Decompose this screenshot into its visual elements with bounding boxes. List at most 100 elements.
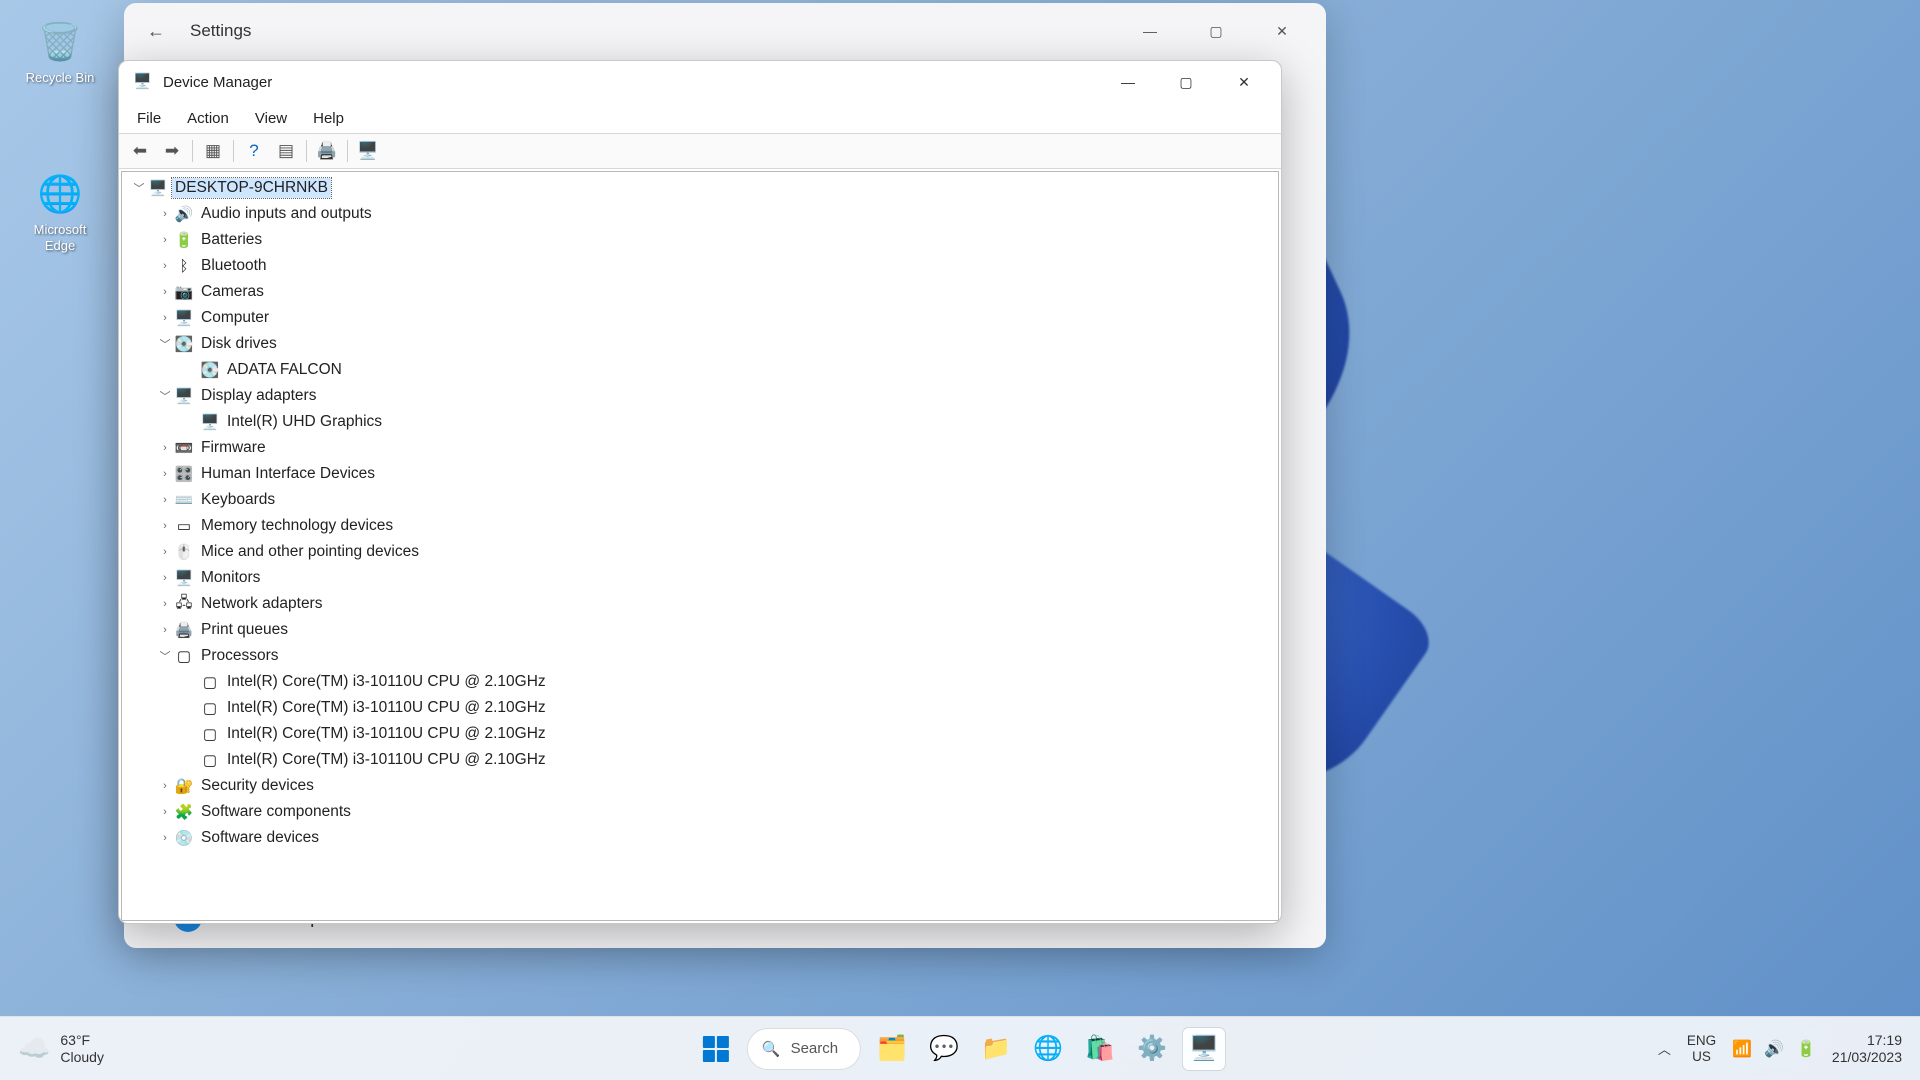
devmgr-titlebar[interactable]: 🖥️ Device Manager — ▢ ✕ (119, 61, 1281, 103)
expand-toggle[interactable]: › (156, 598, 174, 610)
scan-hardware-icon[interactable]: 🖨️ (312, 137, 342, 165)
expand-toggle[interactable]: › (156, 494, 174, 506)
expand-toggle[interactable]: › (156, 468, 174, 480)
tree-category[interactable]: ›🖧Network adapters (122, 591, 1278, 617)
tree-category[interactable]: ›🎛️Human Interface Devices (122, 461, 1278, 487)
expand-toggle[interactable]: ﹀ (156, 388, 174, 404)
tree-label: Monitors (198, 568, 263, 588)
category-icon: ᛒ (174, 258, 194, 275)
menu-help[interactable]: Help (301, 106, 356, 131)
tree-category[interactable]: ›🖥️Computer (122, 305, 1278, 331)
taskbar-app-device-manager[interactable]: 🖥️ (1183, 1028, 1225, 1070)
help-icon[interactable]: ? (239, 137, 269, 165)
clock[interactable]: 17:19 21/03/2023 (1832, 1032, 1902, 1066)
expand-toggle[interactable]: › (156, 832, 174, 844)
expand-toggle[interactable]: › (156, 806, 174, 818)
tree-device[interactable]: 🖥️Intel(R) UHD Graphics (122, 409, 1278, 435)
tree-device[interactable]: ▢Intel(R) Core(TM) i3-10110U CPU @ 2.10G… (122, 747, 1278, 773)
close-button[interactable]: ✕ (1264, 23, 1300, 40)
tree-category[interactable]: ﹀🖥️Display adapters (122, 383, 1278, 409)
expand-toggle[interactable]: ﹀ (156, 648, 174, 664)
taskbar-app-file-explorer[interactable]: 📁 (975, 1028, 1017, 1070)
tree-category[interactable]: ›🖱️Mice and other pointing devices (122, 539, 1278, 565)
search-input[interactable]: 🔍 Search (747, 1028, 861, 1070)
tree-label: Computer (198, 308, 272, 328)
tree-label: Batteries (198, 230, 265, 250)
tree-root[interactable]: ﹀🖥️DESKTOP-9CHRNKB (122, 175, 1278, 201)
expand-toggle[interactable]: › (156, 260, 174, 272)
menu-view[interactable]: View (243, 106, 299, 131)
minimize-button[interactable]: — (1099, 61, 1157, 103)
expand-toggle[interactable]: › (156, 286, 174, 298)
tree-category[interactable]: ›🖥️Monitors (122, 565, 1278, 591)
start-button[interactable] (695, 1028, 737, 1070)
tree-category[interactable]: ›🔐Security devices (122, 773, 1278, 799)
language-switcher[interactable]: ENG US (1687, 1033, 1716, 1064)
category-icon: 📼 (174, 439, 194, 457)
maximize-button[interactable]: ▢ (1198, 23, 1234, 40)
tree-category[interactable]: ›🔊Audio inputs and outputs (122, 201, 1278, 227)
properties-icon[interactable]: ▤ (271, 137, 301, 165)
tree-device[interactable]: ▢Intel(R) Core(TM) i3-10110U CPU @ 2.10G… (122, 669, 1278, 695)
expand-toggle[interactable]: › (156, 442, 174, 454)
menu-action[interactable]: Action (175, 106, 241, 131)
tree-category[interactable]: ›🖨️Print queues (122, 617, 1278, 643)
tray-chevron-icon[interactable]: ︿ (1658, 1039, 1671, 1058)
tree-device[interactable]: 💽ADATA FALCON (122, 357, 1278, 383)
tree-category[interactable]: ›ᛒBluetooth (122, 253, 1278, 279)
expand-toggle[interactable]: › (156, 546, 174, 558)
tree-device[interactable]: ▢Intel(R) Core(TM) i3-10110U CPU @ 2.10G… (122, 695, 1278, 721)
wifi-icon[interactable]: 📶 (1732, 1039, 1752, 1059)
weather-condition: Cloudy (60, 1049, 104, 1066)
expand-toggle[interactable]: › (156, 520, 174, 532)
maximize-button[interactable]: ▢ (1157, 61, 1215, 103)
tree-category[interactable]: ›🔋Batteries (122, 227, 1278, 253)
tree-label: Intel(R) Core(TM) i3-10110U CPU @ 2.10GH… (224, 724, 549, 744)
tree-category[interactable]: ﹀▢Processors (122, 643, 1278, 669)
nav-forward-icon[interactable]: ➡ (157, 137, 187, 165)
menu-file[interactable]: File (125, 106, 173, 131)
tree-category[interactable]: ›⌨️Keyboards (122, 487, 1278, 513)
taskbar-app-microsoft-store[interactable]: 🛍️ (1079, 1028, 1121, 1070)
tree-label: Human Interface Devices (198, 464, 378, 484)
taskbar-app-task-view[interactable]: 🗂️ (871, 1028, 913, 1070)
tree-category[interactable]: ›💿Software devices (122, 825, 1278, 851)
category-icon: 🖥️ (148, 179, 168, 197)
tree-device[interactable]: ▢Intel(R) Core(TM) i3-10110U CPU @ 2.10G… (122, 721, 1278, 747)
expand-toggle[interactable]: › (156, 780, 174, 792)
volume-icon[interactable]: 🔊 (1764, 1039, 1784, 1059)
category-icon: 🔊 (174, 205, 194, 223)
tree-category[interactable]: ﹀💽Disk drives (122, 331, 1278, 357)
device-tree[interactable]: ﹀🖥️DESKTOP-9CHRNKB›🔊Audio inputs and out… (121, 171, 1279, 921)
tree-label: Print queues (198, 620, 291, 640)
show-hide-tree-icon[interactable]: ▦ (198, 137, 228, 165)
desktop-icon-microsoft-edge[interactable]: 🌐MicrosoftEdge (16, 170, 104, 253)
devmgr-app-icon: 🖥️ (133, 72, 153, 92)
expand-toggle[interactable]: › (156, 572, 174, 584)
tree-category[interactable]: ›🧩Software components (122, 799, 1278, 825)
expand-toggle[interactable]: › (156, 234, 174, 246)
close-button[interactable]: ✕ (1215, 61, 1273, 103)
expand-toggle[interactable]: ﹀ (156, 336, 174, 352)
devmgr-title: Device Manager (163, 74, 272, 91)
tree-label: DESKTOP-9CHRNKB (172, 178, 331, 198)
weather-widget[interactable]: ☁️ 63°F Cloudy (0, 1032, 104, 1066)
expand-toggle[interactable]: › (156, 312, 174, 324)
back-button[interactable]: ← (136, 11, 176, 51)
desktop-icon-recycle-bin[interactable]: 🗑️Recycle Bin (16, 18, 104, 86)
minimize-button[interactable]: — (1132, 23, 1168, 40)
search-icon: 🔍 (762, 1040, 781, 1058)
expand-toggle[interactable]: › (156, 208, 174, 220)
tree-category[interactable]: ›📷Cameras (122, 279, 1278, 305)
taskbar-app-edge[interactable]: 🌐 (1027, 1028, 1069, 1070)
nav-back-icon[interactable]: ⬅ (125, 137, 155, 165)
taskbar-app-chat[interactable]: 💬 (923, 1028, 965, 1070)
settings-titlebar[interactable]: ← Settings — ▢ ✕ (124, 3, 1326, 59)
tree-category[interactable]: ›▭Memory technology devices (122, 513, 1278, 539)
battery-icon[interactable]: 🔋 (1796, 1039, 1816, 1059)
tree-category[interactable]: ›📼Firmware (122, 435, 1278, 461)
expand-toggle[interactable]: › (156, 624, 174, 636)
add-hardware-icon[interactable]: 🖥️ (353, 137, 383, 165)
expand-toggle[interactable]: ﹀ (130, 180, 148, 196)
taskbar-app-settings[interactable]: ⚙️ (1131, 1028, 1173, 1070)
